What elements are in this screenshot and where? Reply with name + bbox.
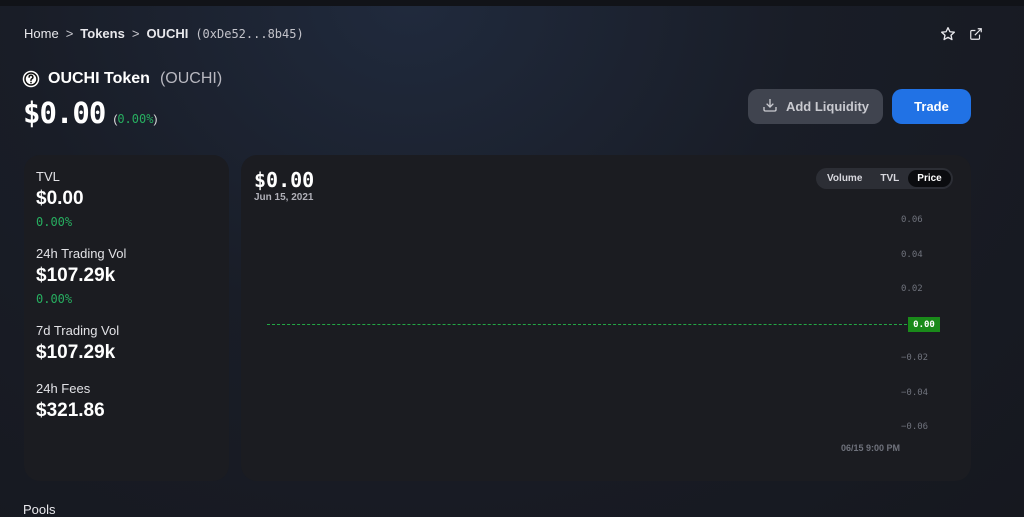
y-tick-label: 0.02 <box>901 284 923 294</box>
header-actions <box>938 24 986 44</box>
token-header: OUCHI Token (OUCHI) <box>22 70 222 88</box>
price-series-line <box>267 324 907 325</box>
chart-date: Jun 15, 2021 <box>254 192 314 203</box>
token-price: $0.00 <box>23 96 106 130</box>
stat-value: $0.00 <box>36 188 84 209</box>
price-change-value: 0.00% <box>117 112 154 126</box>
token-price-row: $0.00 (0.00%) <box>23 96 157 130</box>
add-liquidity-label: Add Liquidity <box>785 99 870 114</box>
stat-change: 0.00% <box>36 215 73 229</box>
x-axis-label: 06/15 9:00 PM <box>841 443 901 453</box>
stat-label: 24h Trading Vol <box>36 246 127 261</box>
trade-button[interactable]: Trade <box>892 89 971 124</box>
y-tick-label: 0.06 <box>901 215 923 225</box>
stat-label: 7d Trading Vol <box>36 323 120 338</box>
download-icon <box>762 97 778 116</box>
section-pools-heading: Pools <box>23 502 56 517</box>
y-tick-label: 0.04 <box>901 249 923 260</box>
top-bar <box>0 0 1024 6</box>
breadcrumb-current: OUCHI <box>146 26 189 41</box>
stat-change: 0.00% <box>36 292 73 306</box>
y-tick-label: −0.04 <box>901 387 929 398</box>
stat-value: $107.29k <box>36 265 116 286</box>
breadcrumb: Home > Tokens > OUCHI (0xDe52...8b45) <box>24 26 304 41</box>
stat-24h-fees: 24h Fees $321.86 <box>36 381 217 422</box>
add-liquidity-button[interactable]: Add Liquidity <box>748 89 883 124</box>
stat-value: $321.86 <box>36 400 105 421</box>
external-link-icon[interactable] <box>966 24 986 44</box>
stats-panel: TVL $0.00 0.00% 24h Trading Vol $107.29k… <box>24 155 229 481</box>
question-circle-icon <box>22 70 40 88</box>
token-address[interactable]: (0xDe52...8b45) <box>195 27 303 41</box>
breadcrumb-home[interactable]: Home <box>24 26 59 41</box>
breadcrumb-separator: > <box>65 26 74 41</box>
star-icon[interactable] <box>938 24 958 44</box>
paren-close: ) <box>153 112 158 126</box>
chart-card: $0.00 Jun 15, 2021 Volume TVL Price 0.06… <box>241 155 971 481</box>
stat-label: TVL <box>36 169 60 184</box>
y-tick-label: −0.06 <box>901 422 929 432</box>
token-symbol: (OUCHI) <box>159 70 223 87</box>
toggle-price[interactable]: Price <box>908 170 951 187</box>
y-tick-label: −0.02 <box>901 353 929 363</box>
stat-label: 24h Fees <box>36 381 91 396</box>
stat-tvl: TVL $0.00 0.00% <box>36 169 217 229</box>
token-name: OUCHI Token <box>48 70 150 87</box>
breadcrumb-tokens[interactable]: Tokens <box>80 26 125 41</box>
current-price-marker: 0.00 <box>908 317 940 332</box>
stat-7d-volume: 7d Trading Vol $107.29k <box>36 323 217 364</box>
chart-toggle: Volume TVL Price <box>816 168 953 189</box>
breadcrumb-separator: > <box>131 26 140 41</box>
toggle-volume[interactable]: Volume <box>818 170 871 187</box>
price-change: (0.00%) <box>113 112 157 126</box>
stat-value: $107.29k <box>36 342 116 363</box>
stat-24h-volume: 24h Trading Vol $107.29k 0.00% <box>36 246 217 306</box>
chart-price: $0.00 <box>254 168 315 192</box>
toggle-tvl[interactable]: TVL <box>871 170 908 187</box>
